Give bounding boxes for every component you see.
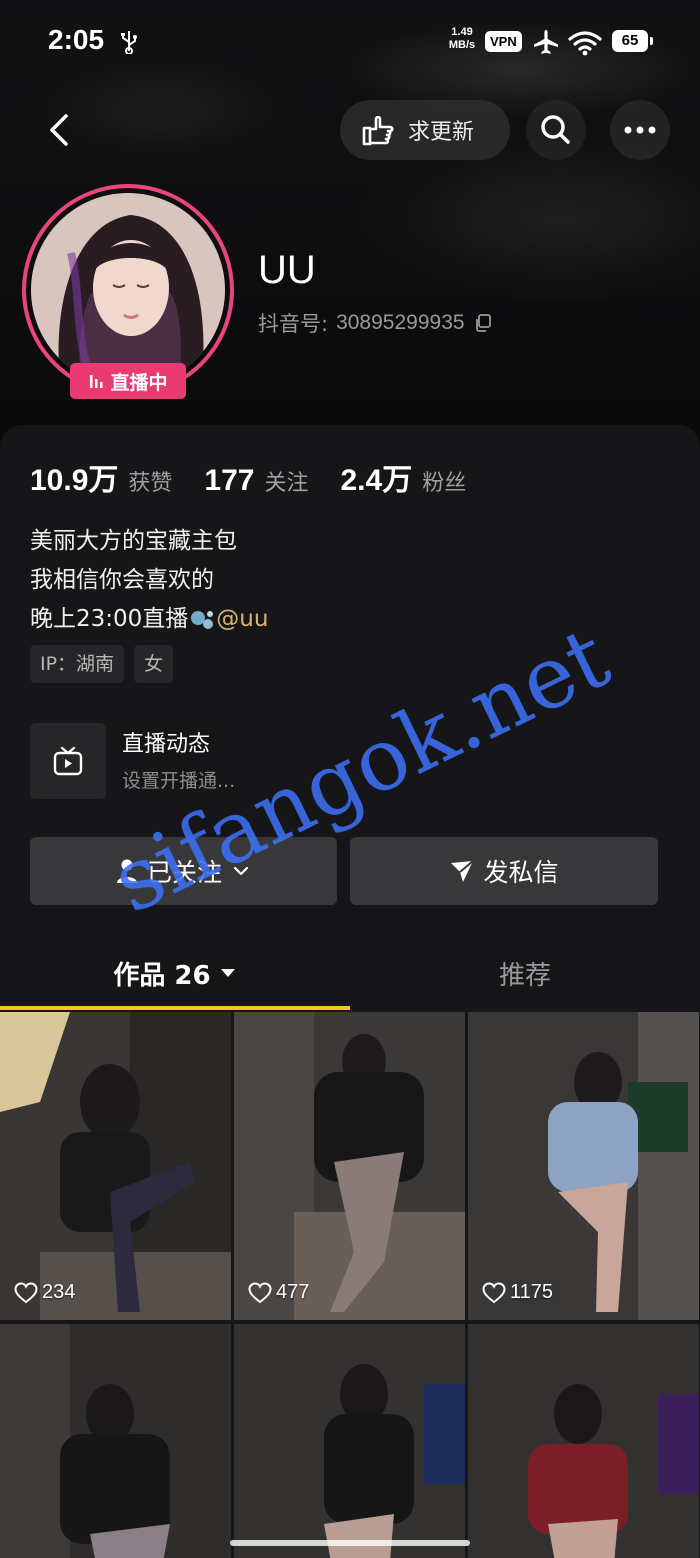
bio: 美丽大方的宝藏主包 我相信你会喜欢的 晚上23:00直播 @uu [30, 522, 268, 639]
video-likes: 477 [248, 1281, 309, 1304]
video-likes: 234 [14, 1281, 75, 1304]
douyin-id[interactable]: 抖音号: 30895299935 [258, 308, 493, 338]
tab-works[interactable]: 作品 26 [0, 940, 350, 1006]
action-buttons: 已关注 发私信 [30, 837, 660, 905]
stat-following[interactable]: 177 关注 [204, 464, 308, 498]
bio-line-1: 美丽大方的宝藏主包 [30, 528, 237, 554]
tags-row: IP：湖南 女 [30, 645, 183, 683]
douyin-id-label: 抖音号: [258, 312, 329, 336]
live-feed-title: 直播动态 [122, 732, 211, 757]
stat-likes-value: 10.9万 [30, 464, 119, 497]
wifi-icon [568, 31, 602, 56]
following-button[interactable]: 已关注 [30, 837, 337, 905]
copy-icon[interactable] [473, 313, 493, 333]
heart-icon [248, 1281, 272, 1303]
video-thumbnail-image [0, 1012, 231, 1320]
stat-following-value: 177 [204, 464, 255, 497]
more-icon [624, 126, 656, 134]
video-grid: 234 477 1175 [0, 1012, 700, 1558]
bio-line-3: 晚上23:00直播 @uu [30, 600, 268, 639]
status-bar: 2:05 1.49 MB/s VPN 65 [0, 0, 700, 80]
video-thumbnail[interactable]: 1175 [468, 1012, 699, 1320]
live-feed-entry[interactable]: 直播动态 设置开播通... [30, 720, 430, 800]
content-tabs: 作品 26 推荐 [0, 940, 700, 1010]
video-thumbnail-image [0, 1324, 231, 1558]
profile-page: 2:05 1.49 MB/s VPN 65 求更新 直播中 UU 抖音号: 30… [0, 0, 700, 1558]
bubbles-icon [191, 610, 214, 629]
usb-icon [121, 31, 137, 54]
vpn-badge: VPN [485, 31, 522, 52]
hand-point-icon [362, 115, 394, 146]
video-thumbnail[interactable] [468, 1324, 699, 1558]
video-thumbnail[interactable]: 477 [234, 1012, 465, 1320]
more-options-button[interactable] [610, 100, 670, 160]
video-thumbnail[interactable] [234, 1324, 465, 1558]
video-thumbnail-image [234, 1012, 465, 1320]
airplane-icon [534, 30, 558, 54]
stat-following-label: 关注 [264, 471, 309, 496]
live-bars-icon [90, 375, 103, 388]
video-likes-count: 477 [276, 1281, 310, 1303]
tab-recommend[interactable]: 推荐 [350, 940, 700, 1006]
live-feed-icon-box [30, 723, 106, 799]
status-time: 2:05 [48, 24, 105, 55]
live-feed-subtitle: 设置开播通... [122, 770, 236, 792]
tab-works-label: 作品 26 [113, 960, 211, 991]
stat-likes[interactable]: 10.9万 获赞 [30, 455, 172, 499]
stat-followers[interactable]: 2.4万 粉丝 [340, 455, 466, 499]
video-likes-count: 234 [42, 1281, 76, 1303]
stat-followers-label: 粉丝 [422, 471, 467, 496]
video-thumbnail-image [468, 1324, 699, 1558]
video-thumbnail[interactable] [0, 1324, 231, 1558]
send-message-button[interactable]: 发私信 [350, 837, 658, 905]
back-button[interactable] [36, 106, 84, 154]
chevron-down-icon [233, 866, 249, 876]
avatar-photo [31, 193, 225, 387]
live-badge[interactable]: 直播中 [70, 363, 186, 399]
caret-down-icon [220, 969, 235, 977]
heart-icon [14, 1281, 38, 1303]
tag-ip: IP：湖南 [30, 645, 125, 683]
search-icon [541, 115, 570, 144]
tab-recommend-label: 推荐 [498, 960, 551, 991]
person-icon [116, 859, 137, 883]
request-update-label: 求更新 [408, 120, 475, 145]
following-button-label: 已关注 [146, 858, 222, 887]
battery-indicator: 65 [612, 30, 653, 52]
stat-likes-label: 获赞 [128, 471, 173, 496]
tv-icon [53, 746, 83, 776]
send-message-label: 发私信 [483, 858, 559, 887]
send-icon [451, 860, 475, 882]
network-speed-value: 1.49 [451, 26, 473, 38]
nickname: UU [258, 248, 316, 292]
video-likes: 1175 [482, 1281, 553, 1304]
bio-mention[interactable]: @uu [216, 606, 268, 632]
tag-gender: 女 [134, 645, 174, 683]
bio-line-3-text: 晚上23:00直播 [30, 606, 189, 632]
video-thumbnail-image [234, 1324, 465, 1558]
douyin-id-value: 30895299935 [336, 311, 465, 334]
video-likes-count: 1175 [510, 1281, 554, 1303]
home-indicator [230, 1540, 470, 1546]
stats-row: 10.9万 获赞 177 关注 2.4万 粉丝 [30, 455, 498, 499]
request-update-button[interactable]: 求更新 [340, 100, 510, 160]
video-thumbnail[interactable]: 234 [0, 1012, 231, 1320]
live-badge-label: 直播中 [110, 371, 168, 394]
tab-active-indicator [0, 1006, 350, 1010]
network-speed: 1.49 MB/s [444, 26, 480, 52]
video-thumbnail-image [468, 1012, 699, 1320]
bio-line-2: 我相信你会喜欢的 [30, 567, 214, 593]
search-button[interactable] [526, 100, 586, 160]
network-speed-unit: MB/s [448, 39, 476, 51]
avatar[interactable] [31, 193, 225, 387]
heart-icon [482, 1281, 506, 1303]
stat-followers-value: 2.4万 [340, 464, 413, 497]
